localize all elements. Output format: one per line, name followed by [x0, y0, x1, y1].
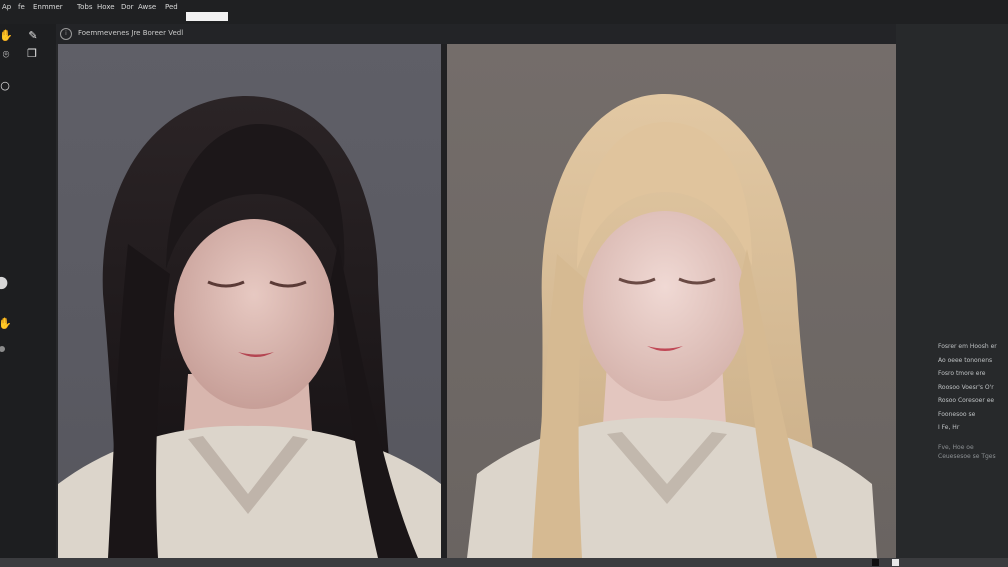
left-image-panel[interactable]	[58, 44, 441, 558]
document-title[interactable]: Foemmevenes Jre Boreer Vedl	[78, 29, 183, 37]
property-row[interactable]: Fosrer em Hoosh er	[938, 340, 1008, 354]
lasso-tool-icon[interactable]: ⌾	[0, 47, 13, 61]
menu-home[interactable]: Hoxe	[97, 3, 115, 11]
property-note: Ceuesesoe se Tges	[938, 452, 996, 460]
color-swatch-icon[interactable]	[0, 276, 10, 290]
property-row[interactable]: Fosro tmore ere	[938, 367, 1008, 381]
layers-tool-icon[interactable]: ❐	[25, 46, 39, 60]
properties-panel: Fosrer em Hoosh er Ao oeee tononens Fosr…	[896, 24, 1008, 558]
menu-doc[interactable]: Dor	[121, 3, 134, 11]
menu-ped[interactable]: Ped	[165, 3, 178, 11]
menu-search-input[interactable]	[186, 12, 228, 21]
property-row[interactable]: Rosoo Coresoer ee	[938, 394, 1008, 408]
canvas-area	[56, 44, 896, 558]
property-note: Fve, Hoe oe	[938, 443, 974, 451]
document-info-icon[interactable]: i	[60, 28, 72, 40]
portrait-blonde-hair	[467, 93, 877, 558]
menu-file[interactable]: fe	[18, 3, 25, 11]
hand-tool-icon[interactable]: ✋	[0, 28, 13, 42]
smudge-tool-icon[interactable]: ✋	[0, 316, 12, 330]
fit-view-icon[interactable]	[872, 559, 879, 566]
document-tab-bar: i Foemmevenes Jre Boreer Vedl	[56, 24, 896, 44]
settings-tool-icon[interactable]	[0, 342, 10, 356]
menu-tools[interactable]: Tobs	[77, 3, 92, 11]
properties-list: Fosrer em Hoosh er Ao oeee tononens Fosr…	[938, 340, 1008, 461]
portrait-dark-hair	[58, 95, 441, 558]
property-row[interactable]: Ao oeee tononens	[938, 354, 1008, 368]
menu-awse[interactable]: Awse	[138, 3, 156, 11]
status-bar	[0, 558, 1008, 567]
fullscreen-icon[interactable]	[892, 559, 899, 566]
property-spacer	[938, 435, 1008, 443]
property-row[interactable]: Foonesoo se	[938, 408, 1008, 422]
ellipse-tool-icon[interactable]: ○	[0, 78, 12, 92]
tool-sidebar: ✋ ✎ ⌾ ❐ ○ ✋	[0, 24, 56, 567]
right-image-panel[interactable]	[447, 44, 896, 558]
menu-app[interactable]: Ap	[2, 3, 11, 11]
menu-bar: Ap fe Enmmer Tobs Hoxe Dor Awse Ped	[0, 0, 1008, 25]
property-row[interactable]: I Fe, Hr	[938, 421, 1008, 435]
property-row[interactable]: Roosoo Voesr's O'r	[938, 381, 1008, 395]
pen-tool-icon[interactable]: ✎	[26, 28, 40, 42]
menu-enhance[interactable]: Enmmer	[33, 3, 63, 11]
